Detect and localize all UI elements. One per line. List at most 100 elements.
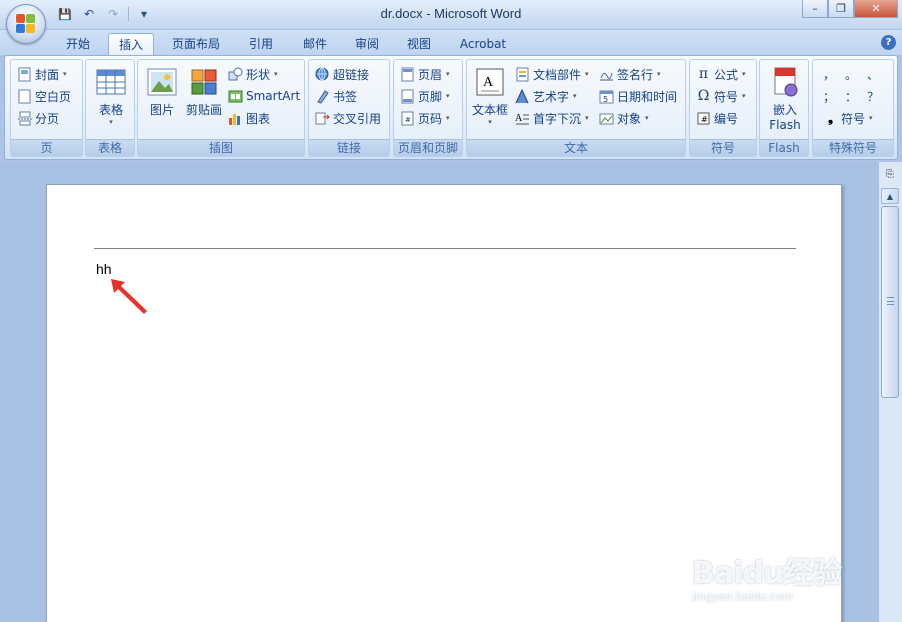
group-label-pages: 页 xyxy=(11,139,82,156)
special-semicolon[interactable]: ； xyxy=(823,86,835,106)
blank-page-button[interactable]: 空白页 xyxy=(17,86,71,106)
scroll-thumb[interactable] xyxy=(881,206,899,398)
ribbon: 封面 ▾ 空白页 分页 页 表格 ▾ 表格 图片 剪贴画 形状 ▾ SmartA… xyxy=(4,55,898,160)
header-border-line xyxy=(94,248,796,249)
footer-button[interactable]: 页脚 ▾ xyxy=(400,86,450,106)
annotation-arrow-icon xyxy=(111,279,147,314)
blank-page-icon xyxy=(17,89,32,104)
picture-icon xyxy=(146,66,178,98)
title-bar: 💾 ↶ ↷ ▾ dr.docx - Microsoft Word – ❐ ✕ xyxy=(0,0,902,30)
page-break-icon xyxy=(17,111,32,126)
group-label-special-symbols: 特殊符号 xyxy=(813,139,893,156)
window-controls: – ❐ ✕ xyxy=(802,0,898,18)
pi-icon: π xyxy=(698,66,709,82)
special-symbol-button[interactable]: ❟ 符号 ▾ xyxy=(823,108,873,128)
svg-text:#: # xyxy=(405,116,411,124)
clipart-button[interactable]: 剪贴画 xyxy=(184,66,224,118)
group-flash: 嵌入 Flash Flash xyxy=(759,59,809,157)
group-label-tables: 表格 xyxy=(86,139,134,156)
tab-mailings[interactable]: 邮件 xyxy=(294,33,336,55)
page-break-button[interactable]: 分页 xyxy=(17,108,59,128)
tab-insert[interactable]: 插入 xyxy=(108,33,154,55)
group-symbols: π 公式 ▾ Ω 符号 ▾ # 编号 符号 xyxy=(689,59,757,157)
chart-icon xyxy=(228,111,243,126)
ruler-toggle-icon[interactable]: ⎘ xyxy=(883,168,897,182)
quick-parts-icon xyxy=(515,67,530,82)
shapes-icon xyxy=(228,67,243,82)
close-button[interactable]: ✕ xyxy=(854,0,898,18)
group-label-header-footer: 页眉和页脚 xyxy=(394,139,462,156)
calendar-icon: 5 xyxy=(599,89,614,104)
chart-button[interactable]: 图表 xyxy=(228,108,270,128)
wordart-button[interactable]: 艺术字 ▾ xyxy=(515,86,577,106)
group-label-illustrations: 插图 xyxy=(138,139,304,156)
help-icon[interactable]: ? xyxy=(881,35,896,50)
special-question[interactable]: ？ xyxy=(867,86,879,106)
textbox-icon: A xyxy=(474,66,506,98)
group-links: 超链接 书签 交叉引用 链接 xyxy=(308,59,390,157)
clipart-icon xyxy=(188,66,220,98)
restore-button[interactable]: ❐ xyxy=(828,0,854,18)
group-header-footer: 页眉 ▾ 页脚 ▾ # 页码 ▾ 页眉和页脚 xyxy=(393,59,463,157)
special-colon[interactable]: ： xyxy=(845,86,857,106)
omega-icon: Ω xyxy=(697,88,710,104)
textbox-button[interactable]: A 文本框 ▾ xyxy=(469,66,511,126)
smartart-icon xyxy=(228,89,243,104)
table-button[interactable]: 表格 ▾ xyxy=(90,66,132,126)
group-label-symbols: 符号 xyxy=(690,139,756,156)
header-button[interactable]: 页眉 ▾ xyxy=(400,64,450,84)
page-number-icon: # xyxy=(400,111,415,126)
tab-view[interactable]: 视图 xyxy=(398,33,440,55)
special-enum-comma[interactable]: 、 xyxy=(867,64,879,84)
svg-text:5: 5 xyxy=(603,95,608,104)
group-special-symbols: ， 。 、 ； ： ？ ❟ 符号 ▾ 特殊符号 xyxy=(812,59,894,157)
dropcap-icon: A xyxy=(515,111,530,126)
special-period[interactable]: 。 xyxy=(845,64,857,84)
cross-reference-button[interactable]: 交叉引用 xyxy=(315,108,381,128)
group-pages: 封面 ▾ 空白页 分页 页 xyxy=(10,59,83,157)
tab-review[interactable]: 审阅 xyxy=(346,33,388,55)
tab-acrobat[interactable]: Acrobat xyxy=(452,33,514,55)
scroll-up-button[interactable]: ▲ xyxy=(881,188,899,204)
hyperlink-button[interactable]: 超链接 xyxy=(315,64,369,84)
tab-references[interactable]: 引用 xyxy=(240,33,282,55)
dropcap-button[interactable]: A 首字下沉 ▾ xyxy=(515,108,589,128)
window-title: dr.docx - Microsoft Word xyxy=(380,6,522,21)
quick-parts-button[interactable]: 文档部件 ▾ xyxy=(515,64,589,84)
cross-reference-icon xyxy=(315,111,330,126)
shapes-button[interactable]: 形状 ▾ xyxy=(228,64,278,84)
vertical-scrollbar[interactable]: ⎘ ▲ xyxy=(878,162,902,622)
embed-flash-button[interactable]: 嵌入 Flash xyxy=(764,66,806,132)
datetime-button[interactable]: 5 日期和时间 xyxy=(599,86,677,106)
smartart-button[interactable]: SmartArt xyxy=(228,86,300,106)
watermark-logo: Baidu经验 xyxy=(692,556,842,591)
document-text[interactable]: hh xyxy=(96,261,112,277)
page-number-button[interactable]: # 页码 ▾ xyxy=(400,108,450,128)
special-comma[interactable]: ， xyxy=(823,64,835,84)
object-button[interactable]: 对象 ▾ xyxy=(599,108,649,128)
signature-icon xyxy=(599,67,614,82)
svg-text:A: A xyxy=(483,75,494,90)
group-illustrations: 图片 剪贴画 形状 ▾ SmartArt 图表 插图 xyxy=(137,59,305,157)
group-label-links: 链接 xyxy=(309,139,389,156)
minimize-button[interactable]: – xyxy=(802,0,828,18)
header-icon xyxy=(400,67,415,82)
footer-icon xyxy=(400,89,415,104)
equation-button[interactable]: π 公式 ▾ xyxy=(696,64,746,84)
globe-link-icon xyxy=(315,67,330,82)
object-icon xyxy=(599,111,614,126)
signature-line-button[interactable]: 签名行 ▾ xyxy=(599,64,661,84)
bookmark-button[interactable]: 书签 xyxy=(315,86,357,106)
numbering-button[interactable]: # 编号 xyxy=(696,108,738,128)
tab-page-layout[interactable]: 页面布局 xyxy=(164,33,228,55)
tab-home[interactable]: 开始 xyxy=(56,33,100,55)
group-text: A 文本框 ▾ 文档部件 ▾ 艺术字 ▾ A 首字下沉 ▾ 签名行 ▾ 5 日期和时间 … xyxy=(466,59,686,157)
group-label-flash: Flash xyxy=(760,139,808,156)
office-button[interactable] xyxy=(6,4,46,44)
symbol-button[interactable]: Ω 符号 ▾ xyxy=(696,86,746,106)
cover-page-button[interactable]: 封面 ▾ xyxy=(17,64,67,84)
ribbon-tabs: 开始 插入 页面布局 引用 邮件 审阅 视图 Acrobat ? xyxy=(0,30,902,55)
picture-button[interactable]: 图片 xyxy=(142,66,182,118)
special-symbol-icon: ❟ xyxy=(827,110,834,126)
svg-text:A: A xyxy=(515,113,523,124)
